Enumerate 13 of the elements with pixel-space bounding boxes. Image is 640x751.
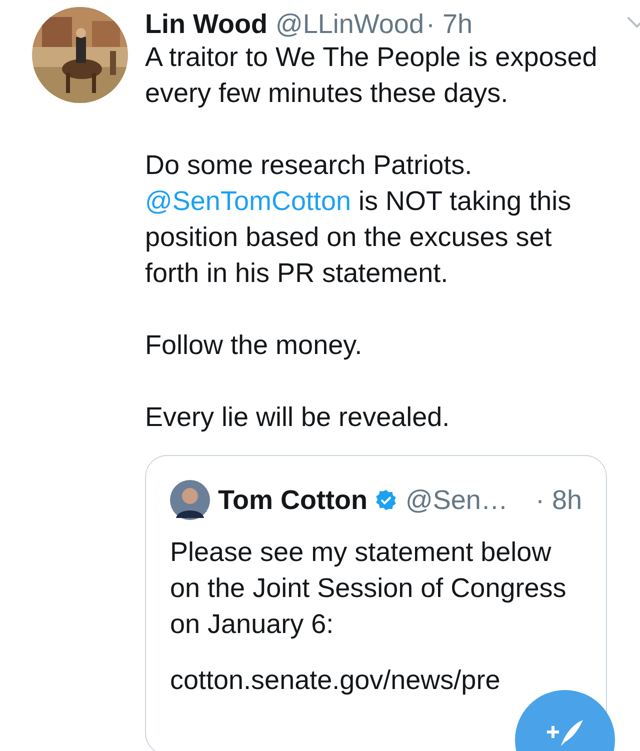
- author-name[interactable]: Lin Wood: [145, 9, 268, 40]
- tweet-text: Every lie will be revealed.: [145, 401, 451, 434]
- tweet-text: A traitor to We The People is exposed every few minutes these days.: [145, 41, 598, 110]
- quoted-tweet-text: cotton.senate.gov/news/pre: [170, 664, 502, 697]
- tweet-time: · 7h: [426, 9, 472, 40]
- tweet-text: Follow the money.: [145, 329, 364, 362]
- compose-feather-icon: [545, 718, 585, 748]
- quoted-tweet-time: · 8h: [535, 484, 582, 516]
- author-handle[interactable]: @LLinWood: [275, 9, 424, 40]
- quoted-author-name: Tom Cotton: [218, 484, 368, 516]
- quoted-author-handle: @Sen…: [405, 484, 508, 516]
- quoted-tweet-text: Please see my statement below on the Joint Session of Congress on January 6:: [170, 536, 568, 641]
- tweet-text: Do some research Patriots. @SenTomCotton is NOT taking this position based on the excuses set forth in his PR statement.: [145, 149, 572, 290]
